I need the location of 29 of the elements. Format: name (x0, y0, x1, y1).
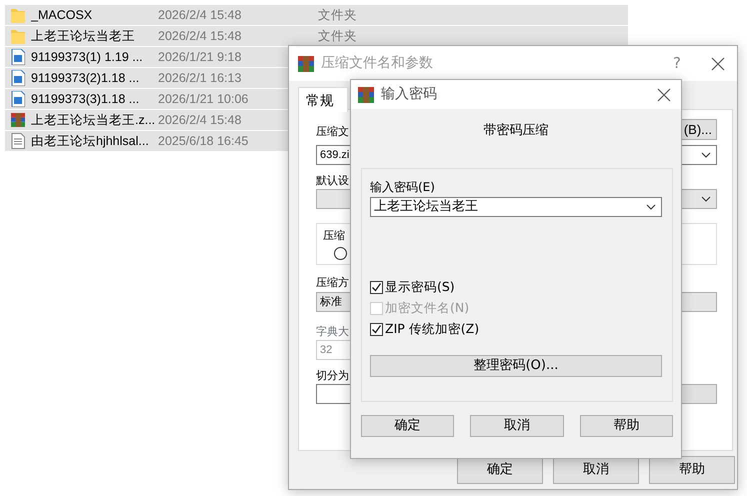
file-name: 91199373(3)1.18 ... (31, 90, 140, 108)
file-name: 上老王论坛当老王 (31, 28, 136, 45)
field-label: 字典大 (316, 324, 349, 340)
file-date: 2026/1/21 9:18 (158, 48, 242, 66)
window-title: 输入密码 (381, 85, 437, 104)
field-label: 压缩方 (316, 276, 349, 291)
file-type: 文件夹 (318, 6, 357, 24)
file-name: 上老王论坛当老王.z... (31, 112, 156, 129)
file-date: 2026/1/21 10:06 (158, 90, 248, 108)
file-date: 2026/2/4 15:48 (158, 112, 242, 129)
file-date: 2026/2/1 16:13 (158, 70, 242, 87)
checkbox-label: 显示密码(S) (385, 278, 455, 296)
file-date: 2026/2/4 15:48 (158, 6, 242, 24)
file-name: _MACOSX (31, 6, 94, 24)
group-label: 压缩 (323, 228, 345, 244)
dialog-heading: 带密码压缩 (482, 122, 550, 140)
window-title: 压缩文件名和参数 (321, 54, 433, 73)
field-label: 输入密码(E) (370, 179, 435, 195)
file-name: 由老王论坛hjhhlsal... (31, 132, 150, 150)
field-label: 切分为 (316, 369, 349, 384)
file-date: 2026/2/4 15:48 (158, 28, 242, 45)
checkbox-label: ZIP 传统加密(Z) (385, 320, 480, 338)
field-label: 默认设 (316, 174, 349, 189)
field-label: 压缩文 (316, 124, 349, 140)
file-name: 91199373(2)1.18 ... (31, 70, 140, 87)
file-type: 文件夹 (318, 28, 357, 45)
file-name: 91199373(1) 1.19 ... (31, 48, 144, 66)
file-date: 2025/6/18 16:45 (158, 132, 248, 150)
checkbox-label: 加密文件名(N) (385, 299, 470, 318)
